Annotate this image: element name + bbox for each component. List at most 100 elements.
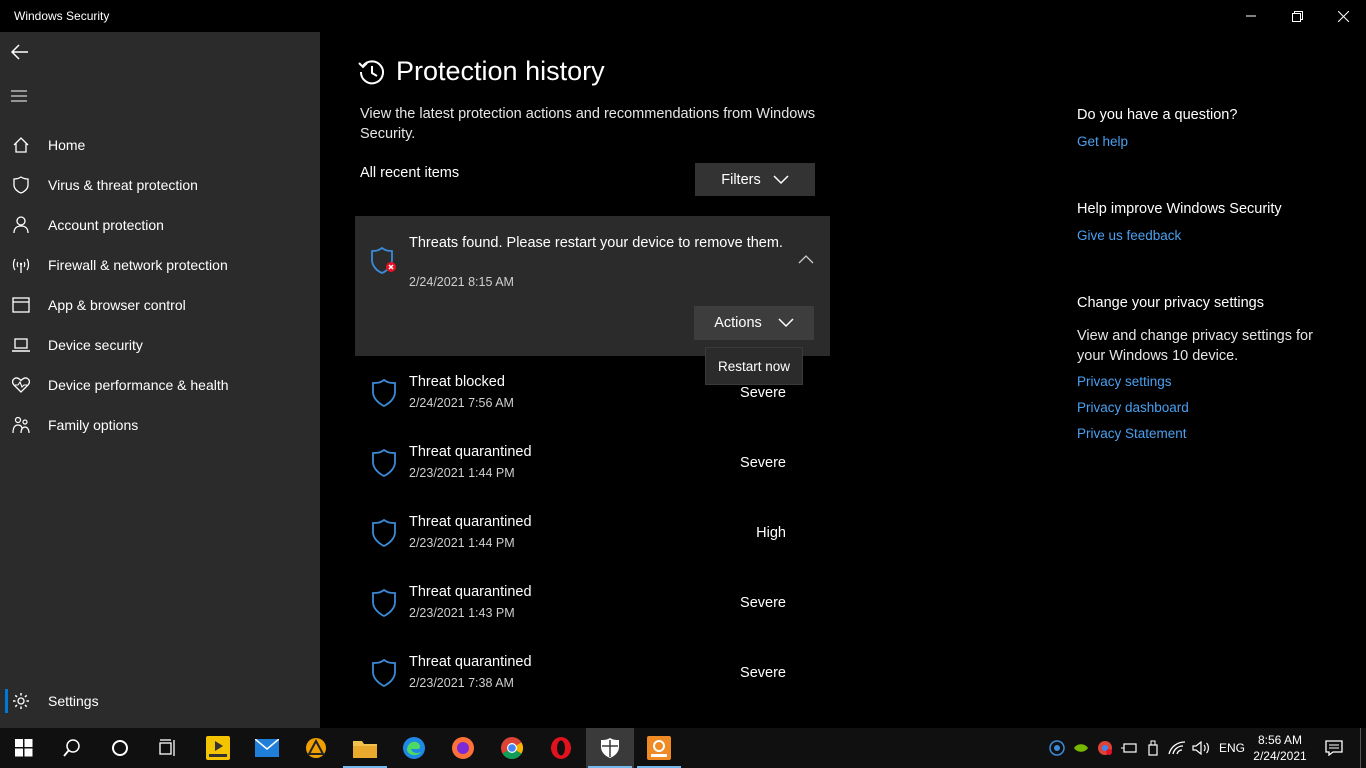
shield-icon bbox=[372, 658, 396, 688]
mail-icon bbox=[255, 739, 279, 757]
back-button[interactable] bbox=[8, 40, 32, 64]
list-item[interactable]: Threat quarantined 2/23/2021 1:44 PM Sev… bbox=[355, 428, 830, 498]
sidebar-item-account-protection[interactable]: Account protection bbox=[0, 205, 320, 245]
person-icon bbox=[11, 215, 31, 235]
history-list: Threat blocked 2/24/2021 7:56 AM Severe … bbox=[355, 358, 830, 708]
page-header: Protection history bbox=[358, 56, 605, 87]
threat-card-title: Threats found. Please restart your devic… bbox=[409, 235, 783, 251]
feedback-link[interactable]: Give us feedback bbox=[1077, 228, 1181, 243]
sidebar-item-device-security[interactable]: Device security bbox=[0, 325, 320, 365]
list-item[interactable]: Threat quarantined 2/23/2021 1:43 PM Sev… bbox=[355, 568, 830, 638]
history-item-date: 2/23/2021 1:44 PM bbox=[409, 536, 515, 550]
actions-label: Actions bbox=[714, 315, 762, 331]
list-item[interactable]: Threat quarantined 2/23/2021 1:44 PM Hig… bbox=[355, 498, 830, 568]
list-item[interactable]: Threat quarantined 2/23/2021 7:38 AM Sev… bbox=[355, 638, 830, 708]
taskbar-app-chrome[interactable] bbox=[488, 728, 536, 768]
gear-icon bbox=[11, 691, 31, 711]
privacy-statement-link[interactable]: Privacy Statement bbox=[1077, 426, 1187, 441]
sidebar-item-device-performance-health[interactable]: Device performance & health bbox=[0, 365, 320, 405]
antenna-icon bbox=[11, 255, 31, 275]
shield-icon bbox=[372, 448, 396, 478]
sidebar-item-app-browser-control[interactable]: App & browser control bbox=[0, 285, 320, 325]
tray-chrome-icon[interactable] bbox=[1096, 738, 1114, 758]
tray-time-text: 8:56 AM bbox=[1257, 733, 1303, 747]
tray-security-icon[interactable] bbox=[1048, 738, 1066, 758]
sidebar-item-label: Account protection bbox=[48, 217, 164, 233]
tray-wifi-icon[interactable] bbox=[1168, 738, 1186, 758]
close-icon bbox=[1337, 10, 1349, 22]
history-item-date: 2/23/2021 7:38 AM bbox=[409, 676, 514, 690]
tray-battery-saver-icon[interactable] bbox=[1120, 738, 1138, 758]
warning-triangle-icon bbox=[306, 738, 326, 758]
sidebar-item-virus-threat-protection[interactable]: Virus & threat protection bbox=[0, 165, 320, 205]
sidebar-item-label: Settings bbox=[48, 693, 99, 709]
tray-date-text: 2/24/2021 bbox=[1253, 749, 1307, 763]
title-bar: Windows Security bbox=[0, 0, 1366, 32]
tray-nvidia-icon[interactable] bbox=[1072, 738, 1090, 758]
history-item-severity: Severe bbox=[740, 385, 786, 401]
windows-logo-icon bbox=[15, 739, 33, 757]
taskbar-app-warning[interactable] bbox=[292, 728, 340, 768]
show-desktop-button[interactable] bbox=[1360, 728, 1366, 768]
sidebar-item-home[interactable]: Home bbox=[0, 125, 320, 165]
heart-pulse-icon bbox=[11, 375, 31, 395]
taskbar-app-firefox[interactable] bbox=[439, 728, 487, 768]
history-item-severity: Severe bbox=[740, 595, 786, 611]
privacy-settings-link[interactable]: Privacy settings bbox=[1077, 374, 1172, 389]
history-item-severity: Severe bbox=[740, 665, 786, 681]
shield-icon bbox=[11, 175, 31, 195]
taskbar-app-player[interactable] bbox=[194, 728, 242, 768]
action-center-button[interactable] bbox=[1316, 728, 1352, 768]
page-description: View the latest protection actions and r… bbox=[360, 106, 816, 142]
window-title: Windows Security bbox=[14, 9, 110, 23]
taskbar-app-file-explorer[interactable] bbox=[341, 728, 389, 768]
threat-card-expanded[interactable]: Threats found. Please restart your devic… bbox=[355, 216, 830, 356]
app-window-icon bbox=[11, 295, 31, 315]
shield-icon bbox=[372, 588, 396, 618]
tray-clock[interactable]: 8:56 AM 2/24/2021 bbox=[1252, 732, 1308, 764]
sidebar: Home Virus & threat protection Account p… bbox=[0, 32, 320, 728]
restore-icon bbox=[1291, 10, 1303, 22]
taskbar-app-opera[interactable] bbox=[537, 728, 585, 768]
main-content: Protection history View the latest prote… bbox=[320, 32, 1366, 728]
taskbar: ENG 8:56 AM 2/24/2021 bbox=[0, 728, 1366, 768]
restore-button[interactable] bbox=[1274, 0, 1320, 32]
sidebar-nav: Home Virus & threat protection Account p… bbox=[0, 125, 320, 445]
tray-volume-icon[interactable] bbox=[1192, 738, 1210, 758]
cortana-button[interactable] bbox=[96, 728, 144, 768]
taskbar-app-pdf[interactable] bbox=[635, 728, 683, 768]
chevron-up-icon[interactable] bbox=[797, 252, 815, 266]
folder-icon bbox=[353, 741, 377, 758]
taskbar-app-mail[interactable] bbox=[243, 728, 291, 768]
tray-language[interactable]: ENG bbox=[1219, 741, 1245, 755]
taskbar-app-windows-security[interactable] bbox=[586, 728, 634, 768]
history-item-title: Threat blocked bbox=[409, 374, 505, 390]
search-button[interactable] bbox=[48, 728, 96, 768]
selection-indicator bbox=[5, 689, 8, 713]
sidebar-item-family-options[interactable]: Family options bbox=[0, 405, 320, 445]
actions-button[interactable]: Actions bbox=[694, 306, 814, 340]
shield-alert-icon bbox=[371, 246, 396, 274]
get-help-link[interactable]: Get help bbox=[1077, 134, 1128, 149]
tray-usb-icon[interactable] bbox=[1144, 738, 1162, 758]
chevron-down-icon bbox=[778, 318, 794, 328]
filters-button[interactable]: Filters bbox=[695, 163, 815, 196]
restart-now-menu-item[interactable]: Restart now bbox=[705, 347, 803, 385]
sidebar-item-settings[interactable]: Settings bbox=[0, 681, 320, 721]
close-button[interactable] bbox=[1320, 0, 1366, 32]
shield-icon bbox=[372, 518, 396, 548]
firefox-icon bbox=[452, 737, 474, 759]
start-button[interactable] bbox=[0, 728, 48, 768]
task-view-icon bbox=[159, 739, 175, 756]
all-recent-items-label: All recent items bbox=[360, 165, 460, 181]
family-icon bbox=[11, 415, 31, 435]
privacy-dashboard-link[interactable]: Privacy dashboard bbox=[1077, 400, 1189, 415]
sidebar-item-label: App & browser control bbox=[48, 297, 186, 313]
chevron-down-icon bbox=[773, 174, 789, 184]
task-view-button[interactable] bbox=[144, 728, 192, 768]
taskbar-app-edge[interactable] bbox=[390, 728, 438, 768]
menu-button[interactable] bbox=[8, 84, 32, 108]
minimize-button[interactable] bbox=[1228, 0, 1274, 32]
sidebar-item-firewall-network[interactable]: Firewall & network protection bbox=[0, 245, 320, 285]
history-item-title: Threat quarantined bbox=[409, 514, 532, 530]
